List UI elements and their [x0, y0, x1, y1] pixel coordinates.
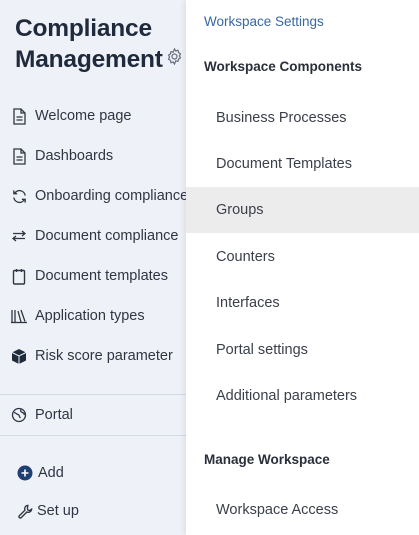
sidebar-item-risk-score-parameter[interactable]: Risk score parameter — [10, 345, 173, 367]
sidebar-divider — [0, 394, 186, 395]
sidebar-item-portal[interactable]: Portal — [10, 404, 73, 426]
sidebar-item-application-types[interactable]: Application types — [10, 305, 145, 327]
globe-icon — [10, 406, 28, 424]
app-title-line2: Management — [15, 46, 163, 73]
sidebar-item-document-compliance[interactable]: Document compliance — [10, 225, 178, 247]
setup-button[interactable]: Set up — [16, 500, 79, 522]
sidebar-item-label: Dashboards — [35, 148, 114, 164]
sidebar-divider — [0, 435, 186, 436]
menu-item-document-templates[interactable]: Document Templates — [186, 141, 419, 187]
sidebar-item-label: Portal — [35, 407, 73, 423]
sidebar-item-label: Welcome page — [35, 108, 132, 124]
add-label: Add — [38, 465, 64, 481]
sidebar-item-welcome-page[interactable]: Welcome page — [10, 105, 131, 127]
app-title-line1: Compliance — [15, 15, 152, 42]
document-icon — [10, 107, 28, 125]
sync-icon — [10, 187, 28, 205]
sidebar-item-label: Risk score parameter — [35, 348, 173, 364]
menu-item-portal-settings[interactable]: Portal settings — [186, 327, 419, 373]
section-title-workspace-components: Workspace Components — [204, 59, 363, 74]
library-icon — [10, 307, 28, 325]
sidebar-item-document-templates[interactable]: Document templates — [10, 265, 168, 287]
menu-item-groups[interactable]: Groups — [186, 187, 419, 233]
wrench-icon — [16, 502, 34, 520]
app-title: Compliance Management — [15, 13, 185, 75]
sidebar-item-label: Document templates — [35, 268, 168, 284]
menu-item-business-processes[interactable]: Business Processes — [186, 95, 419, 141]
menu-header: Workspace Settings — [204, 14, 324, 29]
sidebar-item-onboarding-compliance[interactable]: Onboarding compliance — [10, 185, 188, 207]
setup-label: Set up — [37, 503, 79, 519]
menu-item-counters[interactable]: Counters — [186, 234, 419, 280]
clipboard-icon — [10, 267, 28, 285]
swap-arrows-icon — [10, 227, 28, 245]
gear-icon[interactable] — [165, 43, 184, 74]
workspace-settings-menu: Workspace Settings Workspace Components … — [186, 0, 419, 535]
cube-icon — [10, 347, 28, 365]
plus-circle-icon — [16, 464, 34, 482]
menu-item-additional-parameters[interactable]: Additional parameters — [186, 373, 419, 419]
sidebar-item-dashboards[interactable]: Dashboards — [10, 145, 113, 167]
sidebar-item-label: Document compliance — [35, 228, 179, 244]
document-icon — [10, 147, 28, 165]
menu-item-workspace-access[interactable]: Workspace Access — [186, 487, 419, 533]
menu-item-interfaces[interactable]: Interfaces — [186, 280, 419, 326]
sidebar-item-label: Application types — [35, 308, 145, 324]
sidebar-item-label: Onboarding compliance — [35, 188, 189, 204]
sidebar: Compliance Management Welcome page Dashb… — [0, 0, 188, 535]
add-button[interactable]: Add — [16, 462, 64, 484]
section-title-manage-workspace: Manage Workspace — [204, 452, 330, 467]
